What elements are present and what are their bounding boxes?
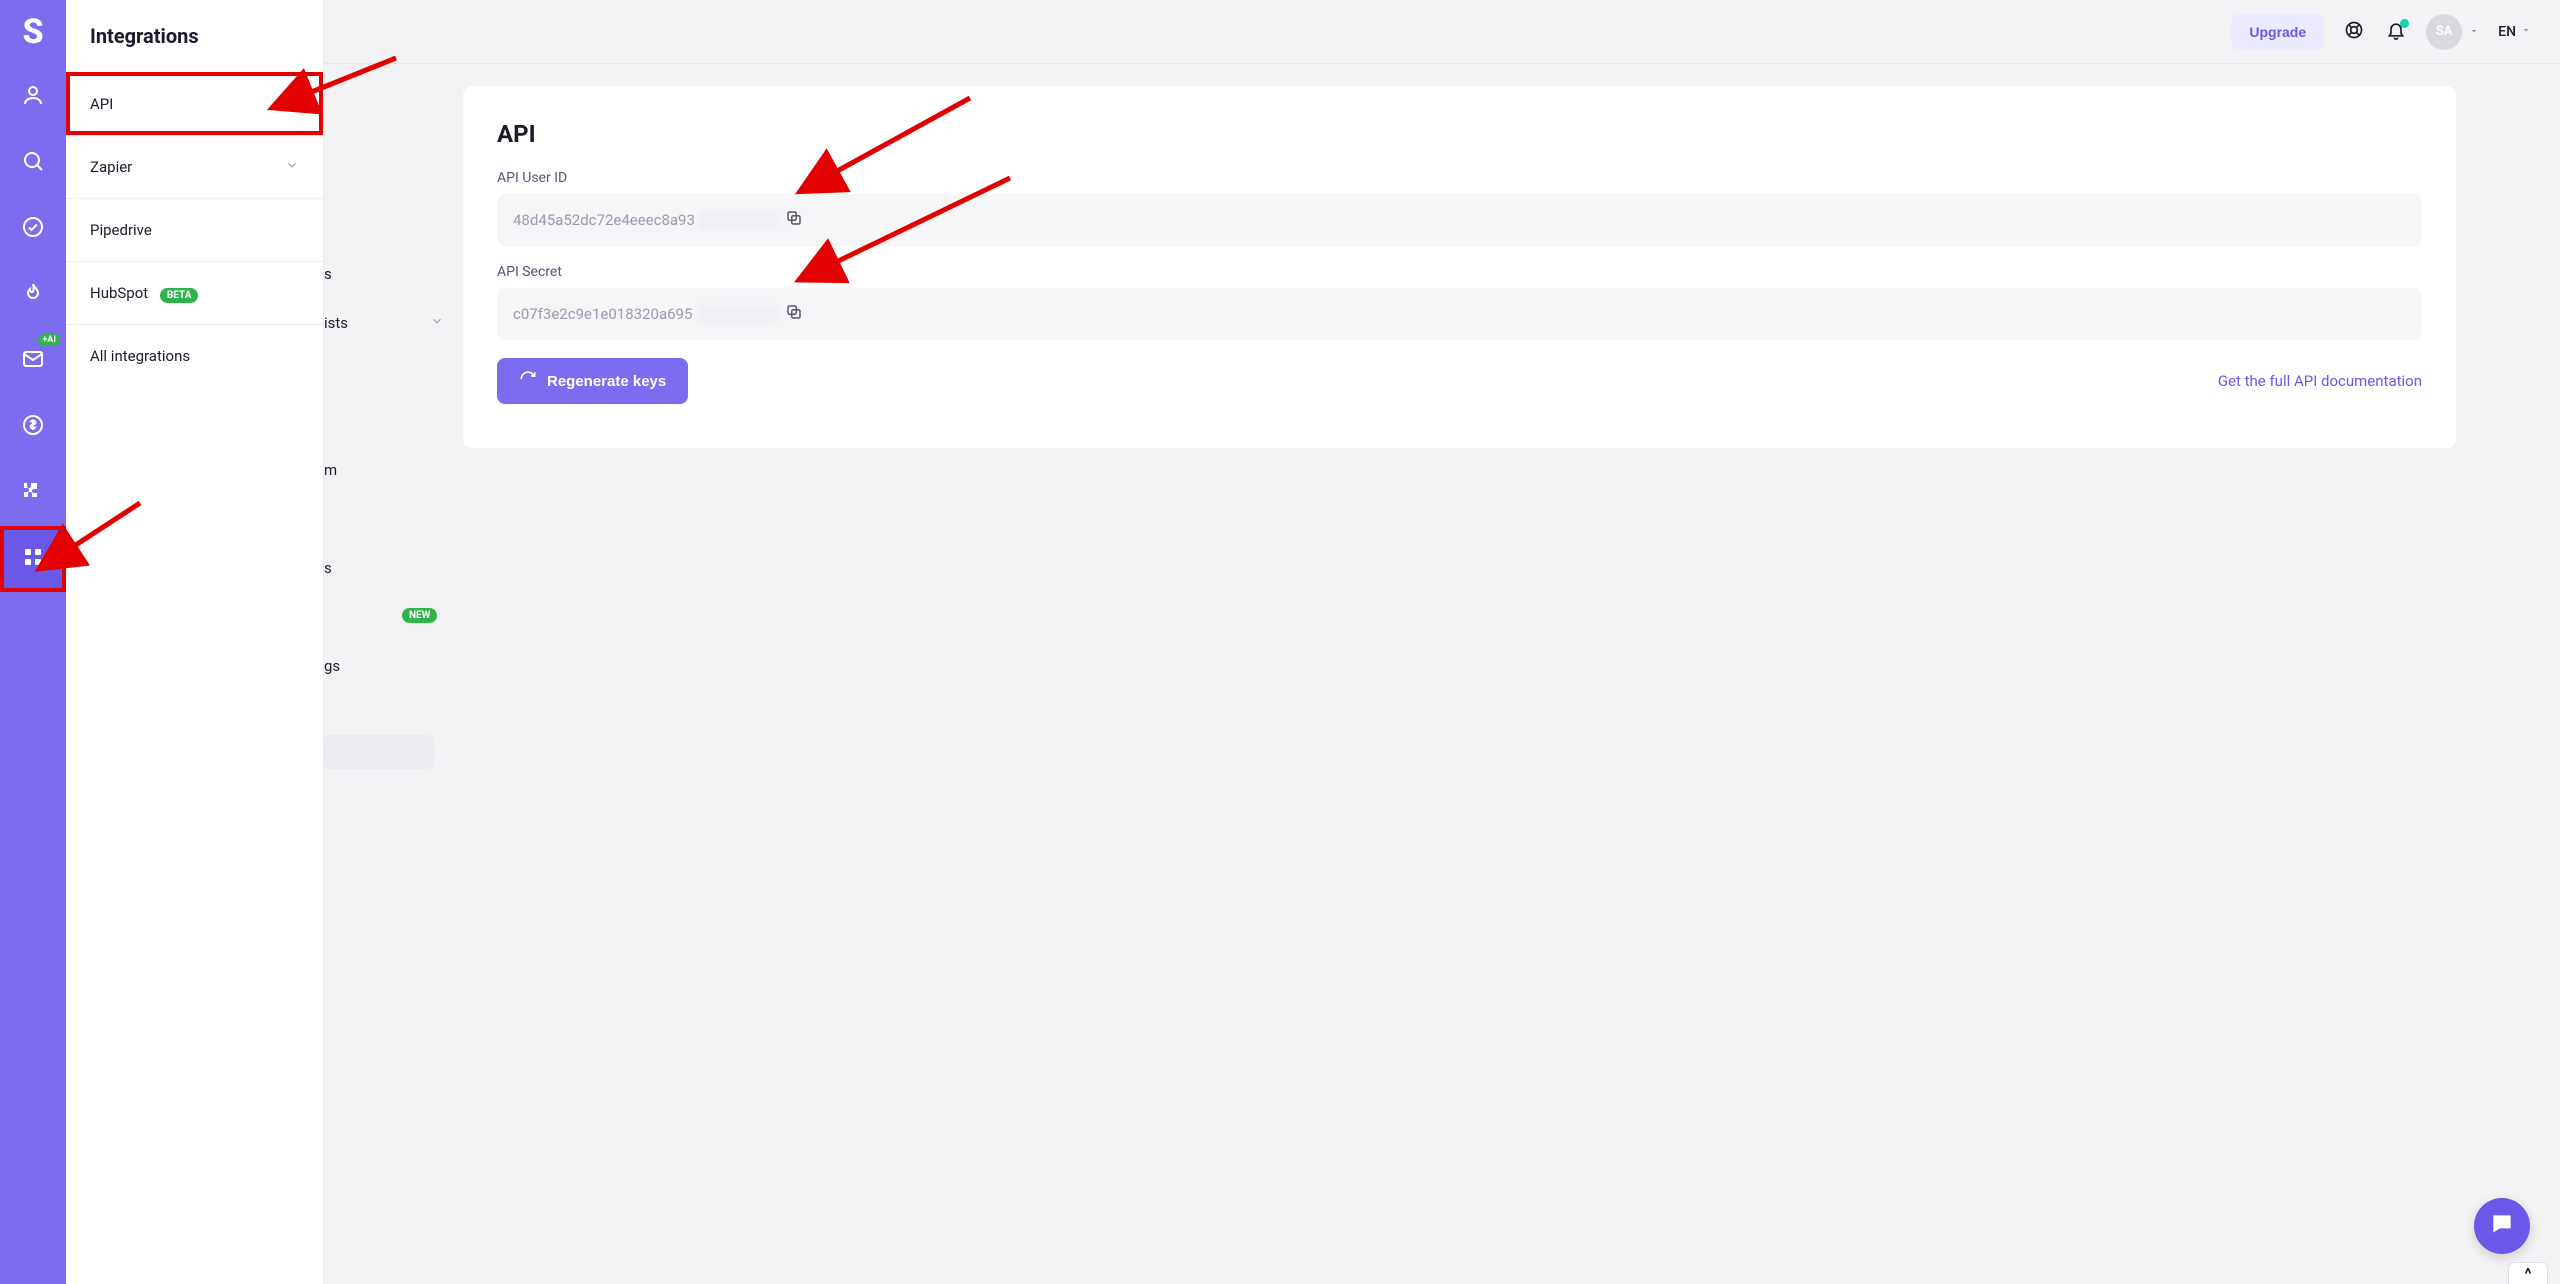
scroll-top-tab[interactable]: ^ <box>2508 1262 2548 1284</box>
new-badge: NEW <box>402 608 437 623</box>
regenerate-label: Regenerate keys <box>547 373 666 390</box>
copy-user-id-button[interactable] <box>785 209 803 231</box>
user-menu[interactable]: SA <box>2426 14 2480 50</box>
page-title: API <box>497 120 2422 148</box>
peek-text: s <box>324 559 444 577</box>
copy-icon <box>785 212 803 231</box>
api-user-id-label: API User ID <box>497 170 2422 186</box>
search-icon <box>21 149 45 177</box>
submenu-item-api[interactable]: API <box>66 72 323 135</box>
submenu-item-label: API <box>90 95 113 113</box>
api-user-id-value: 48d45a52dc72e4eeec8a93 <box>513 211 703 229</box>
redacted-portion <box>699 305 777 323</box>
submenu-panel: Integrations API Zapier Pipedrive HubSpo… <box>66 0 324 1284</box>
peek-stub-box <box>324 735 434 769</box>
peek-text: ists <box>324 314 430 332</box>
chat-fab[interactable] <box>2474 1198 2530 1254</box>
rail-tasks[interactable] <box>0 196 66 262</box>
rail-billing[interactable] <box>0 394 66 460</box>
redacted-portion <box>699 211 777 229</box>
copy-secret-button[interactable] <box>785 303 803 325</box>
check-circle-icon <box>21 215 45 243</box>
submenu-item-pipedrive[interactable]: Pipedrive <box>66 198 323 261</box>
submenu-item-label: All integrations <box>90 347 190 365</box>
rail-plugins[interactable] <box>0 460 66 526</box>
brand-logo[interactable]: S <box>0 0 66 64</box>
peek-text: s <box>324 265 444 283</box>
submenu-item-hubspot[interactable]: HubSpot BETA <box>66 261 323 324</box>
submenu-item-label: Zapier <box>90 158 132 176</box>
rail-integrations[interactable] <box>0 526 66 592</box>
caret-down-icon <box>2468 22 2480 41</box>
beta-badge: BETA <box>160 288 199 303</box>
api-user-id-field: 48d45a52dc72e4eeec8a93 <box>497 194 2422 246</box>
support-button[interactable] <box>2342 20 2366 44</box>
notification-dot <box>2400 19 2409 28</box>
refresh-icon <box>519 370 537 392</box>
api-docs-link[interactable]: Get the full API documentation <box>2218 372 2422 390</box>
upgrade-button[interactable]: Upgrade <box>2231 14 2324 50</box>
caret-down-icon <box>2520 24 2532 40</box>
submenu-item-label: Pipedrive <box>90 221 152 239</box>
chat-icon <box>2489 1211 2515 1241</box>
user-icon <box>21 83 45 111</box>
icon-rail: S +AI <box>0 0 66 1284</box>
rail-campaigns[interactable]: +AI <box>0 328 66 394</box>
under-panel-peek: s ists m s NEW gs <box>324 0 444 1284</box>
submenu-item-label: HubSpot <box>90 284 148 302</box>
mail-icon <box>21 347 45 375</box>
lifebuoy-icon <box>2344 20 2364 44</box>
topbar: Upgrade SA EN <box>324 0 2560 64</box>
submenu-title: Integrations <box>66 0 323 72</box>
language-selector[interactable]: EN <box>2498 24 2532 40</box>
chevron-down-icon <box>430 314 444 332</box>
notifications-button[interactable] <box>2384 20 2408 44</box>
rail-search[interactable] <box>0 130 66 196</box>
api-secret-field: c07f3e2c9e1e018320a695 <box>497 288 2422 340</box>
chevron-down-icon <box>285 158 299 176</box>
peek-text: gs <box>324 657 444 675</box>
dollar-circle-icon <box>21 413 45 441</box>
copy-icon <box>785 306 803 325</box>
flame-icon <box>21 281 45 309</box>
language-label: EN <box>2498 24 2516 40</box>
submenu-item-zapier[interactable]: Zapier <box>66 135 323 198</box>
ai-badge: +AI <box>38 334 60 346</box>
api-secret-value: c07f3e2c9e1e018320a695 <box>513 305 703 323</box>
submenu-item-all[interactable]: All integrations <box>66 324 323 387</box>
apps-grid-icon <box>21 545 45 573</box>
avatar: SA <box>2426 14 2462 50</box>
rail-contacts[interactable] <box>0 64 66 130</box>
puzzle-icon <box>21 479 45 507</box>
chevron-up-icon: ^ <box>2524 1264 2531 1283</box>
api-secret-label: API Secret <box>497 264 2422 280</box>
peek-text: m <box>324 461 444 479</box>
api-card: API API User ID 48d45a52dc72e4eeec8a93 A… <box>463 86 2456 448</box>
rail-deals[interactable] <box>0 262 66 328</box>
regenerate-keys-button[interactable]: Regenerate keys <box>497 358 688 404</box>
